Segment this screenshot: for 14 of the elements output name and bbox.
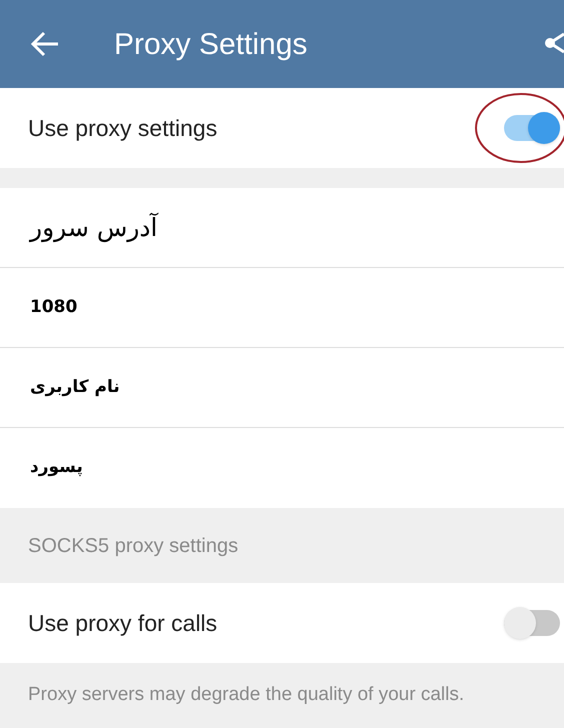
input-field[interactable]: پسورد (0, 428, 564, 508)
toggle-switch[interactable] (504, 610, 560, 636)
back-arrow-icon[interactable] (30, 31, 60, 57)
footer-note: Proxy servers may degrade the quality of your calls. (28, 683, 464, 708)
input-field[interactable]: آدرس سرور (0, 188, 564, 268)
section-note: SOCKS5 proxy settings (28, 534, 238, 558)
screen-title: Proxy Settings (114, 26, 308, 62)
setting-label: Use proxy for calls (28, 608, 218, 638)
settings-row[interactable]: Use proxy settings (0, 88, 564, 168)
input-field[interactable]: نام کاربری (0, 348, 564, 428)
settings-row[interactable]: Use proxy for calls (0, 583, 564, 663)
toggle-switch[interactable] (504, 115, 560, 141)
setting-label: Use proxy settings (28, 114, 218, 143)
input-field[interactable]: 1080 (0, 268, 564, 348)
